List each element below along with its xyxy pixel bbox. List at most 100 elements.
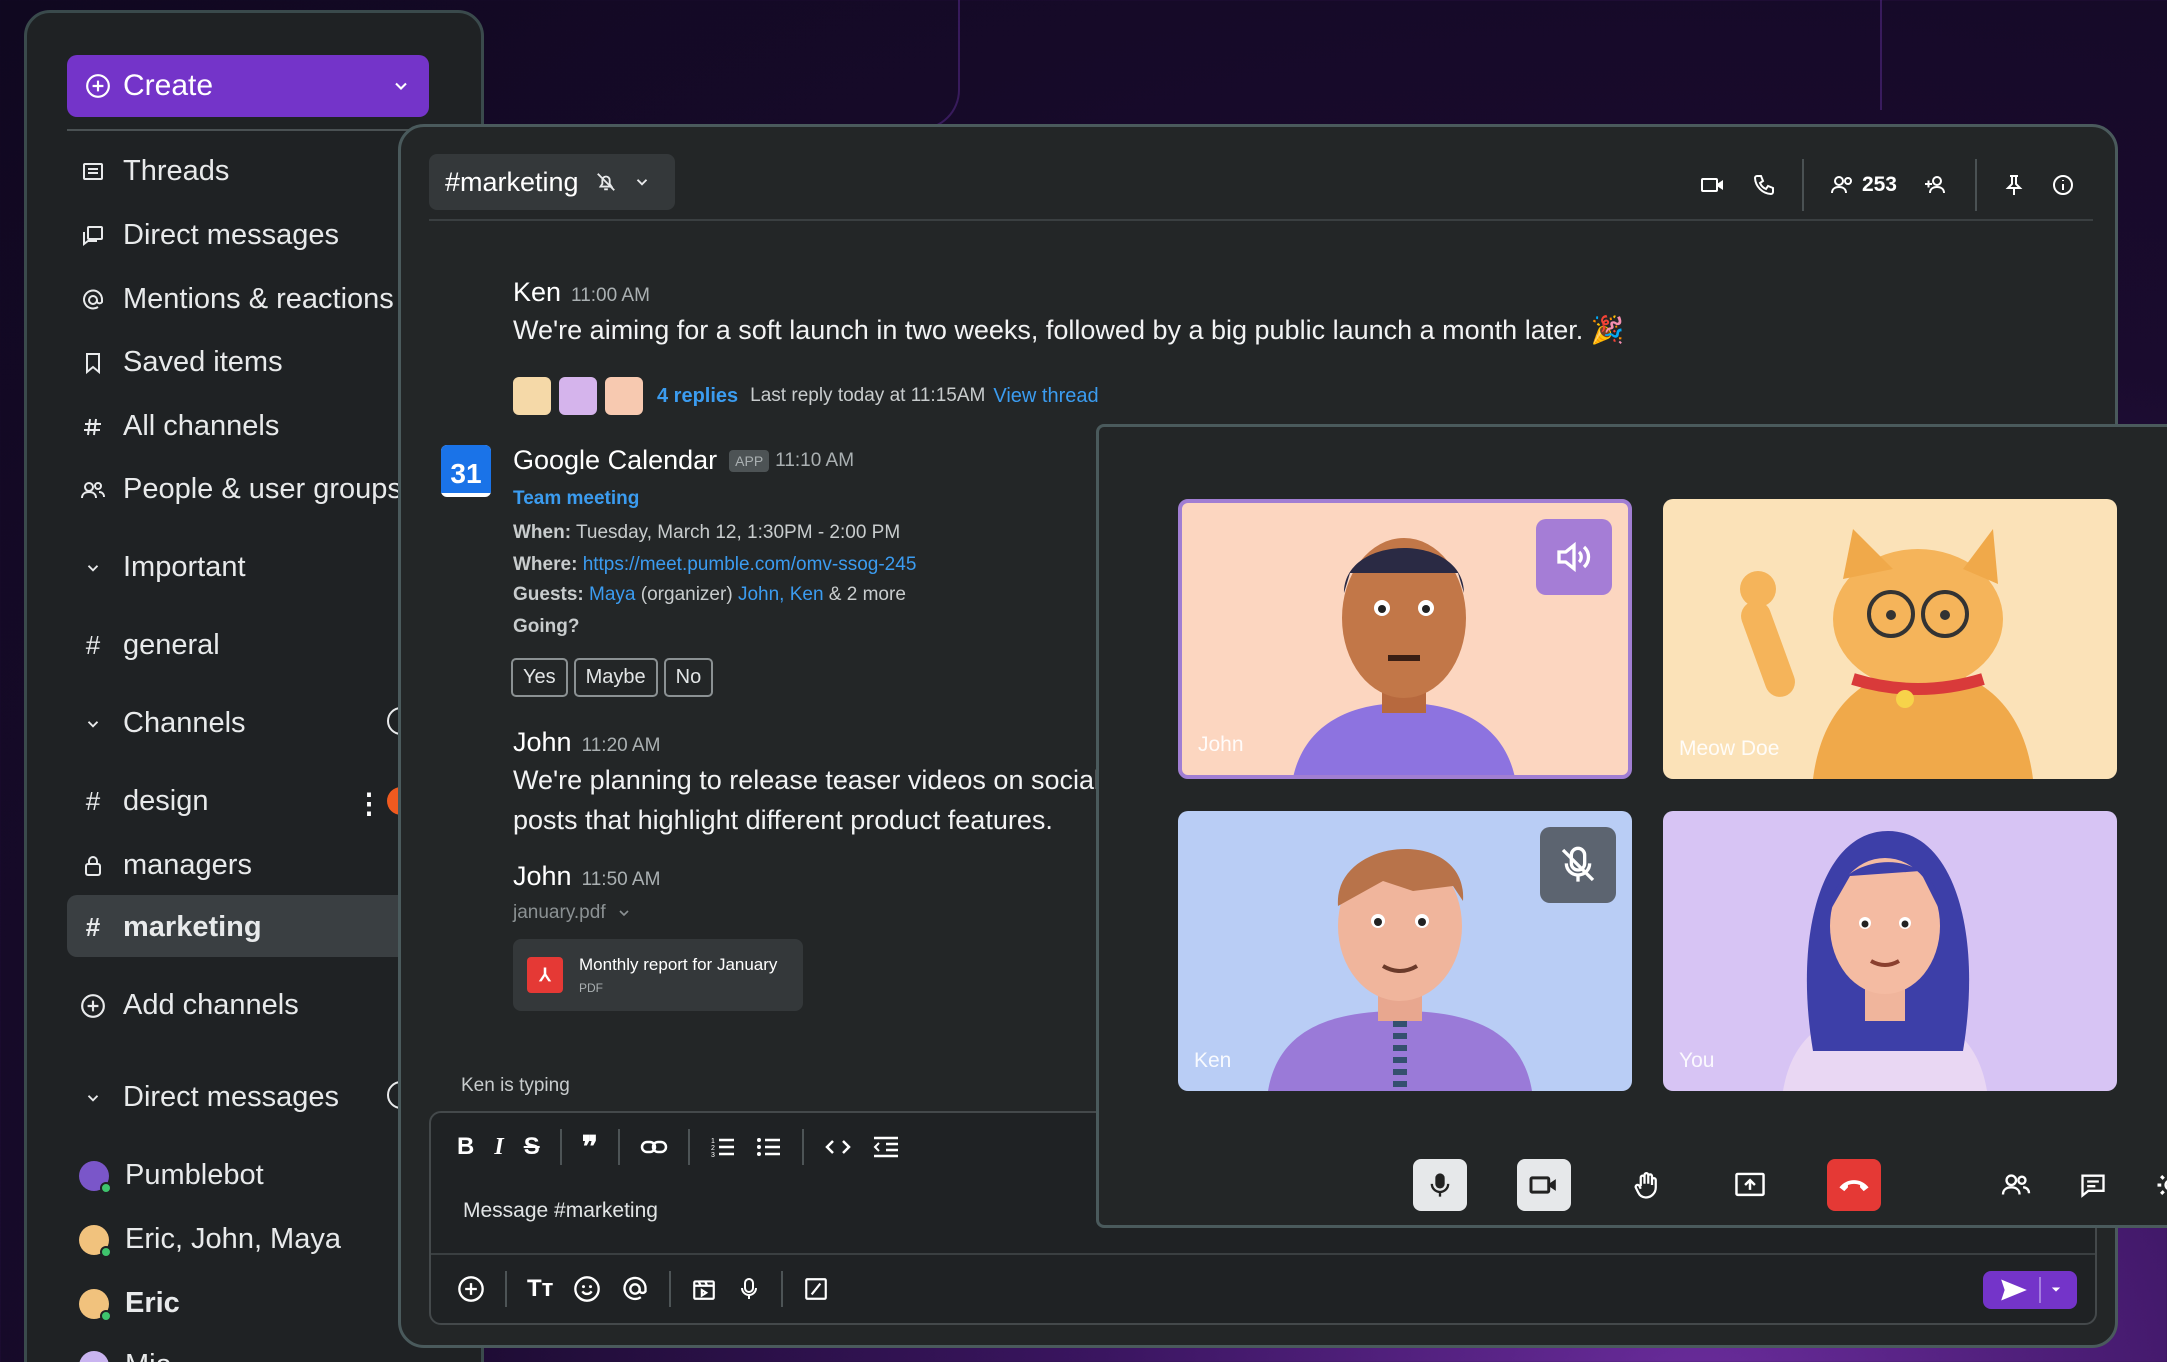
raise-hand-button[interactable] [1620, 1159, 1674, 1211]
sidebar-item-people[interactable]: People & user groups [79, 473, 402, 506]
chat-button[interactable] [2066, 1159, 2120, 1211]
message-text: We're aiming for a soft launch in two we… [513, 315, 1625, 345]
sidebar-item-direct-messages[interactable]: Direct messages [79, 219, 339, 252]
sidebar-channel-managers[interactable]: managers [79, 849, 252, 882]
section-channels[interactable]: Channels [79, 707, 246, 740]
mention-icon[interactable] [621, 1275, 649, 1303]
send-icon [2001, 1279, 2027, 1301]
rsvp-no-button[interactable]: No [663, 658, 714, 697]
video-icon[interactable] [1700, 174, 1726, 196]
dm-mia[interactable]: Mia [79, 1349, 172, 1362]
avatar [559, 377, 597, 415]
slash-command-icon[interactable] [803, 1276, 829, 1302]
typing-indicator: Ken is typing [461, 1075, 570, 1096]
channel-selector[interactable]: #marketing [429, 154, 675, 210]
dm-eric[interactable]: Eric [79, 1287, 180, 1322]
sidebar-item-label: Mentions & reactions [123, 283, 394, 315]
event-title[interactable]: Team meeting [513, 488, 916, 510]
members-count: 253 [1861, 173, 1897, 196]
chevron-down-icon [619, 910, 629, 917]
camera-button[interactable] [1517, 1159, 1571, 1211]
section-direct-messages[interactable]: Direct messages [79, 1081, 339, 1114]
dm-pumblebot[interactable]: Pumblebot [79, 1159, 264, 1194]
message-input[interactable]: Message #marketing [463, 1199, 658, 1223]
settings-button[interactable] [2143, 1159, 2167, 1211]
pin-icon[interactable] [2003, 173, 2025, 197]
guest-link[interactable]: Ken [790, 584, 824, 605]
section-important[interactable]: Important [79, 551, 246, 584]
video-icon [1529, 1176, 1556, 1194]
divider [1801, 159, 1804, 211]
section-label: Important [123, 551, 246, 583]
plus-circle-icon [86, 74, 110, 98]
microphone-button[interactable] [1413, 1159, 1467, 1211]
direct-messages-icon [79, 222, 107, 250]
add-channels-button[interactable]: Add channels [79, 989, 299, 1022]
going-question: Going? [513, 616, 580, 637]
hand-icon [1634, 1172, 1657, 1199]
numbered-list-icon[interactable]: 123 [710, 1135, 736, 1159]
participant-tile-john[interactable]: John [1178, 499, 1632, 779]
sidebar-channel-design[interactable]: # design [79, 785, 209, 818]
all-channels-icon [79, 413, 107, 441]
replies-link[interactable]: 4 replies [657, 385, 738, 408]
pdf-attachment[interactable]: ⅄ Monthly report for January PDF [513, 939, 803, 1011]
rsvp-maybe-button[interactable]: Maybe [573, 658, 658, 697]
chat-icon [2081, 1174, 2105, 1198]
divider [781, 1271, 784, 1307]
message-calendar: Google Calendar APP 11:10 AM Team meetin… [511, 445, 917, 697]
share-screen-button[interactable] [1723, 1159, 1777, 1211]
guest-link[interactable]: John, [738, 584, 784, 605]
sidebar-item-mentions[interactable]: Mentions & reactions [79, 283, 394, 316]
participant-tile-ken[interactable]: Ken [1178, 811, 1632, 1091]
message-author: John [513, 727, 572, 757]
video-clip-icon[interactable] [691, 1276, 717, 1302]
text-format-icon[interactable]: Tт [527, 1275, 553, 1303]
more-options-icon[interactable]: ⋮ [355, 787, 383, 820]
code-icon[interactable] [824, 1137, 852, 1157]
participants-button[interactable] [1989, 1159, 2043, 1211]
strikethrough-icon[interactable]: S [524, 1133, 540, 1161]
bold-icon[interactable]: B [457, 1133, 474, 1161]
dm-label: Eric, John, Maya [125, 1223, 341, 1255]
guests-label: Guests: [513, 584, 584, 605]
create-button[interactable]: Create [67, 55, 429, 117]
info-icon[interactable] [2051, 173, 2075, 197]
guest-link[interactable]: Maya [589, 584, 635, 605]
view-thread-link[interactable]: View thread [993, 385, 1098, 408]
code-block-icon[interactable] [872, 1135, 900, 1159]
microphone-icon[interactable] [737, 1276, 761, 1302]
hang-up-button[interactable] [1827, 1159, 1881, 1211]
add-person-icon[interactable] [1923, 174, 1949, 196]
hash-icon: # [85, 786, 101, 816]
sidebar-item-threads[interactable]: Threads [79, 155, 229, 188]
avatar [79, 1288, 112, 1322]
sidebar-channel-general[interactable]: # general [79, 629, 220, 662]
bullet-list-icon[interactable] [756, 1135, 782, 1159]
message-john-file: John 11:50 AM january.pdf [513, 861, 660, 924]
sidebar-channel-marketing[interactable]: # marketing [79, 911, 262, 944]
participant-name: You [1679, 1049, 1715, 1072]
participant-tile-meow-doe[interactable]: Meow Doe [1663, 499, 2117, 779]
caret-down-icon[interactable] [2041, 1280, 2071, 1300]
send-button[interactable] [1983, 1271, 2077, 1309]
plus-circle-icon[interactable] [457, 1275, 485, 1303]
file-toggle[interactable]: january.pdf [513, 902, 660, 924]
meeting-link[interactable]: https://meet.pumble.com/omv-ssog-245 [583, 554, 917, 575]
phone-icon[interactable] [1752, 173, 1776, 197]
members-button[interactable]: 253 [1830, 173, 1897, 197]
sidebar-item-label: People & user groups [123, 473, 402, 505]
dm-eric-john-maya[interactable]: Eric, John, Maya [79, 1223, 341, 1258]
hash-icon: # [85, 912, 101, 942]
thread-summary: 4 replies Last reply today at 11:15AM Vi… [513, 377, 1099, 415]
italic-icon[interactable]: I [494, 1134, 503, 1161]
participant-tile-you[interactable]: You [1663, 811, 2117, 1091]
sidebar-item-all-channels[interactable]: All channels [79, 410, 279, 443]
link-icon[interactable] [640, 1137, 668, 1157]
header-divider [429, 219, 2093, 221]
emoji-icon[interactable] [573, 1275, 601, 1303]
quote-icon[interactable]: ❞ [582, 1130, 598, 1165]
people-icon [2001, 1174, 2031, 1195]
sidebar-item-saved-items[interactable]: Saved items [79, 346, 283, 379]
rsvp-yes-button[interactable]: Yes [511, 658, 568, 697]
